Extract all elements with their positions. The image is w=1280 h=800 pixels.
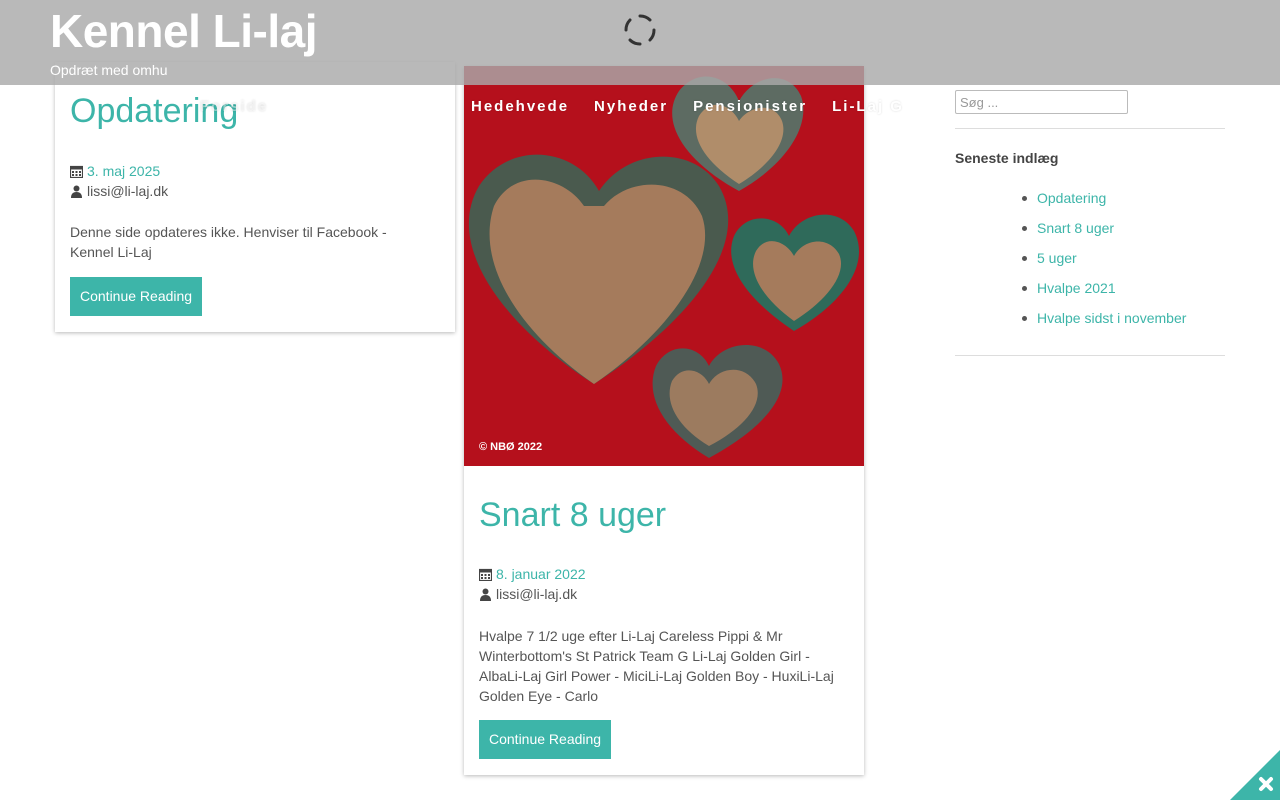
search-input[interactable] (955, 90, 1128, 114)
site-header: Kennel Li-laj Opdræt med omhu (0, 0, 1280, 85)
user-icon (71, 185, 82, 198)
site-tagline: Opdræt med omhu (50, 62, 168, 78)
site-title[interactable]: Kennel Li-laj (50, 4, 317, 58)
recent-posts-list: Opdatering Snart 8 uger 5 uger Hvalpe 20… (1019, 183, 1186, 333)
puppy-collage-image (464, 66, 864, 466)
list-item: Snart 8 uger (1019, 213, 1186, 243)
list-item: Hvalpe 2021 (1019, 273, 1186, 303)
recent-post-link[interactable]: Hvalpe 2021 (1037, 280, 1116, 296)
post-date[interactable]: 3. maj 2025 (87, 161, 160, 181)
recent-post-link[interactable]: Hvalpe sidst i november (1037, 310, 1186, 326)
post-meta: 8. januar 2022 lissi@li-laj.dk (479, 564, 586, 604)
calendar-icon (479, 568, 492, 581)
recent-post-link[interactable]: Opdatering (1037, 190, 1106, 206)
main-nav: Forside (200, 98, 498, 115)
close-icon[interactable] (1230, 750, 1280, 800)
continue-reading-button[interactable]: Continue Reading (70, 277, 203, 316)
list-item: Hvalpe sidst i november (1019, 303, 1186, 333)
sidebar-divider (955, 355, 1225, 356)
image-caption: © NBØ 2022 (479, 441, 543, 453)
post-title[interactable]: Snart 8 uger (479, 496, 666, 535)
sidebar-divider (955, 128, 1225, 129)
calendar-icon (70, 165, 83, 178)
nav-item-pensionister[interactable]: Pensionister (693, 98, 807, 115)
recent-post-link[interactable]: 5 uger (1037, 250, 1077, 266)
spinner-icon (624, 14, 656, 46)
nav-item-nyheder[interactable]: Nyheder (594, 98, 668, 115)
post-author[interactable]: lissi@li-laj.dk (87, 181, 168, 201)
post-card: © NBØ 2022 Snart 8 uger 8. januar 2022 l… (464, 66, 864, 775)
main-nav-right: Hedehvede Nyheder Pensionister Li-Laj G (471, 98, 929, 115)
post-excerpt: Denne side opdateres ikke. Henviser til … (70, 224, 387, 260)
post-excerpt: Hvalpe 7 1/2 uge efter Li-Laj Careless P… (479, 628, 834, 704)
nav-item-hedehvede[interactable]: Hedehvede (471, 98, 569, 115)
recent-post-link[interactable]: Snart 8 uger (1037, 220, 1114, 236)
post-author[interactable]: lissi@li-laj.dk (496, 584, 577, 604)
nav-item-forside[interactable]: Forside (200, 98, 268, 115)
list-item: 5 uger (1019, 243, 1186, 273)
user-icon (480, 588, 491, 601)
post-date[interactable]: 8. januar 2022 (496, 564, 586, 584)
list-item: Opdatering (1019, 183, 1186, 213)
nav-item-li-laj-g[interactable]: Li-Laj G (832, 98, 904, 115)
recent-posts-title: Seneste indlæg (955, 150, 1059, 166)
continue-reading-button[interactable]: Continue Reading (479, 720, 612, 759)
post-meta: 3. maj 2025 lissi@li-laj.dk (70, 161, 168, 201)
featured-image[interactable]: © NBØ 2022 (464, 66, 864, 466)
